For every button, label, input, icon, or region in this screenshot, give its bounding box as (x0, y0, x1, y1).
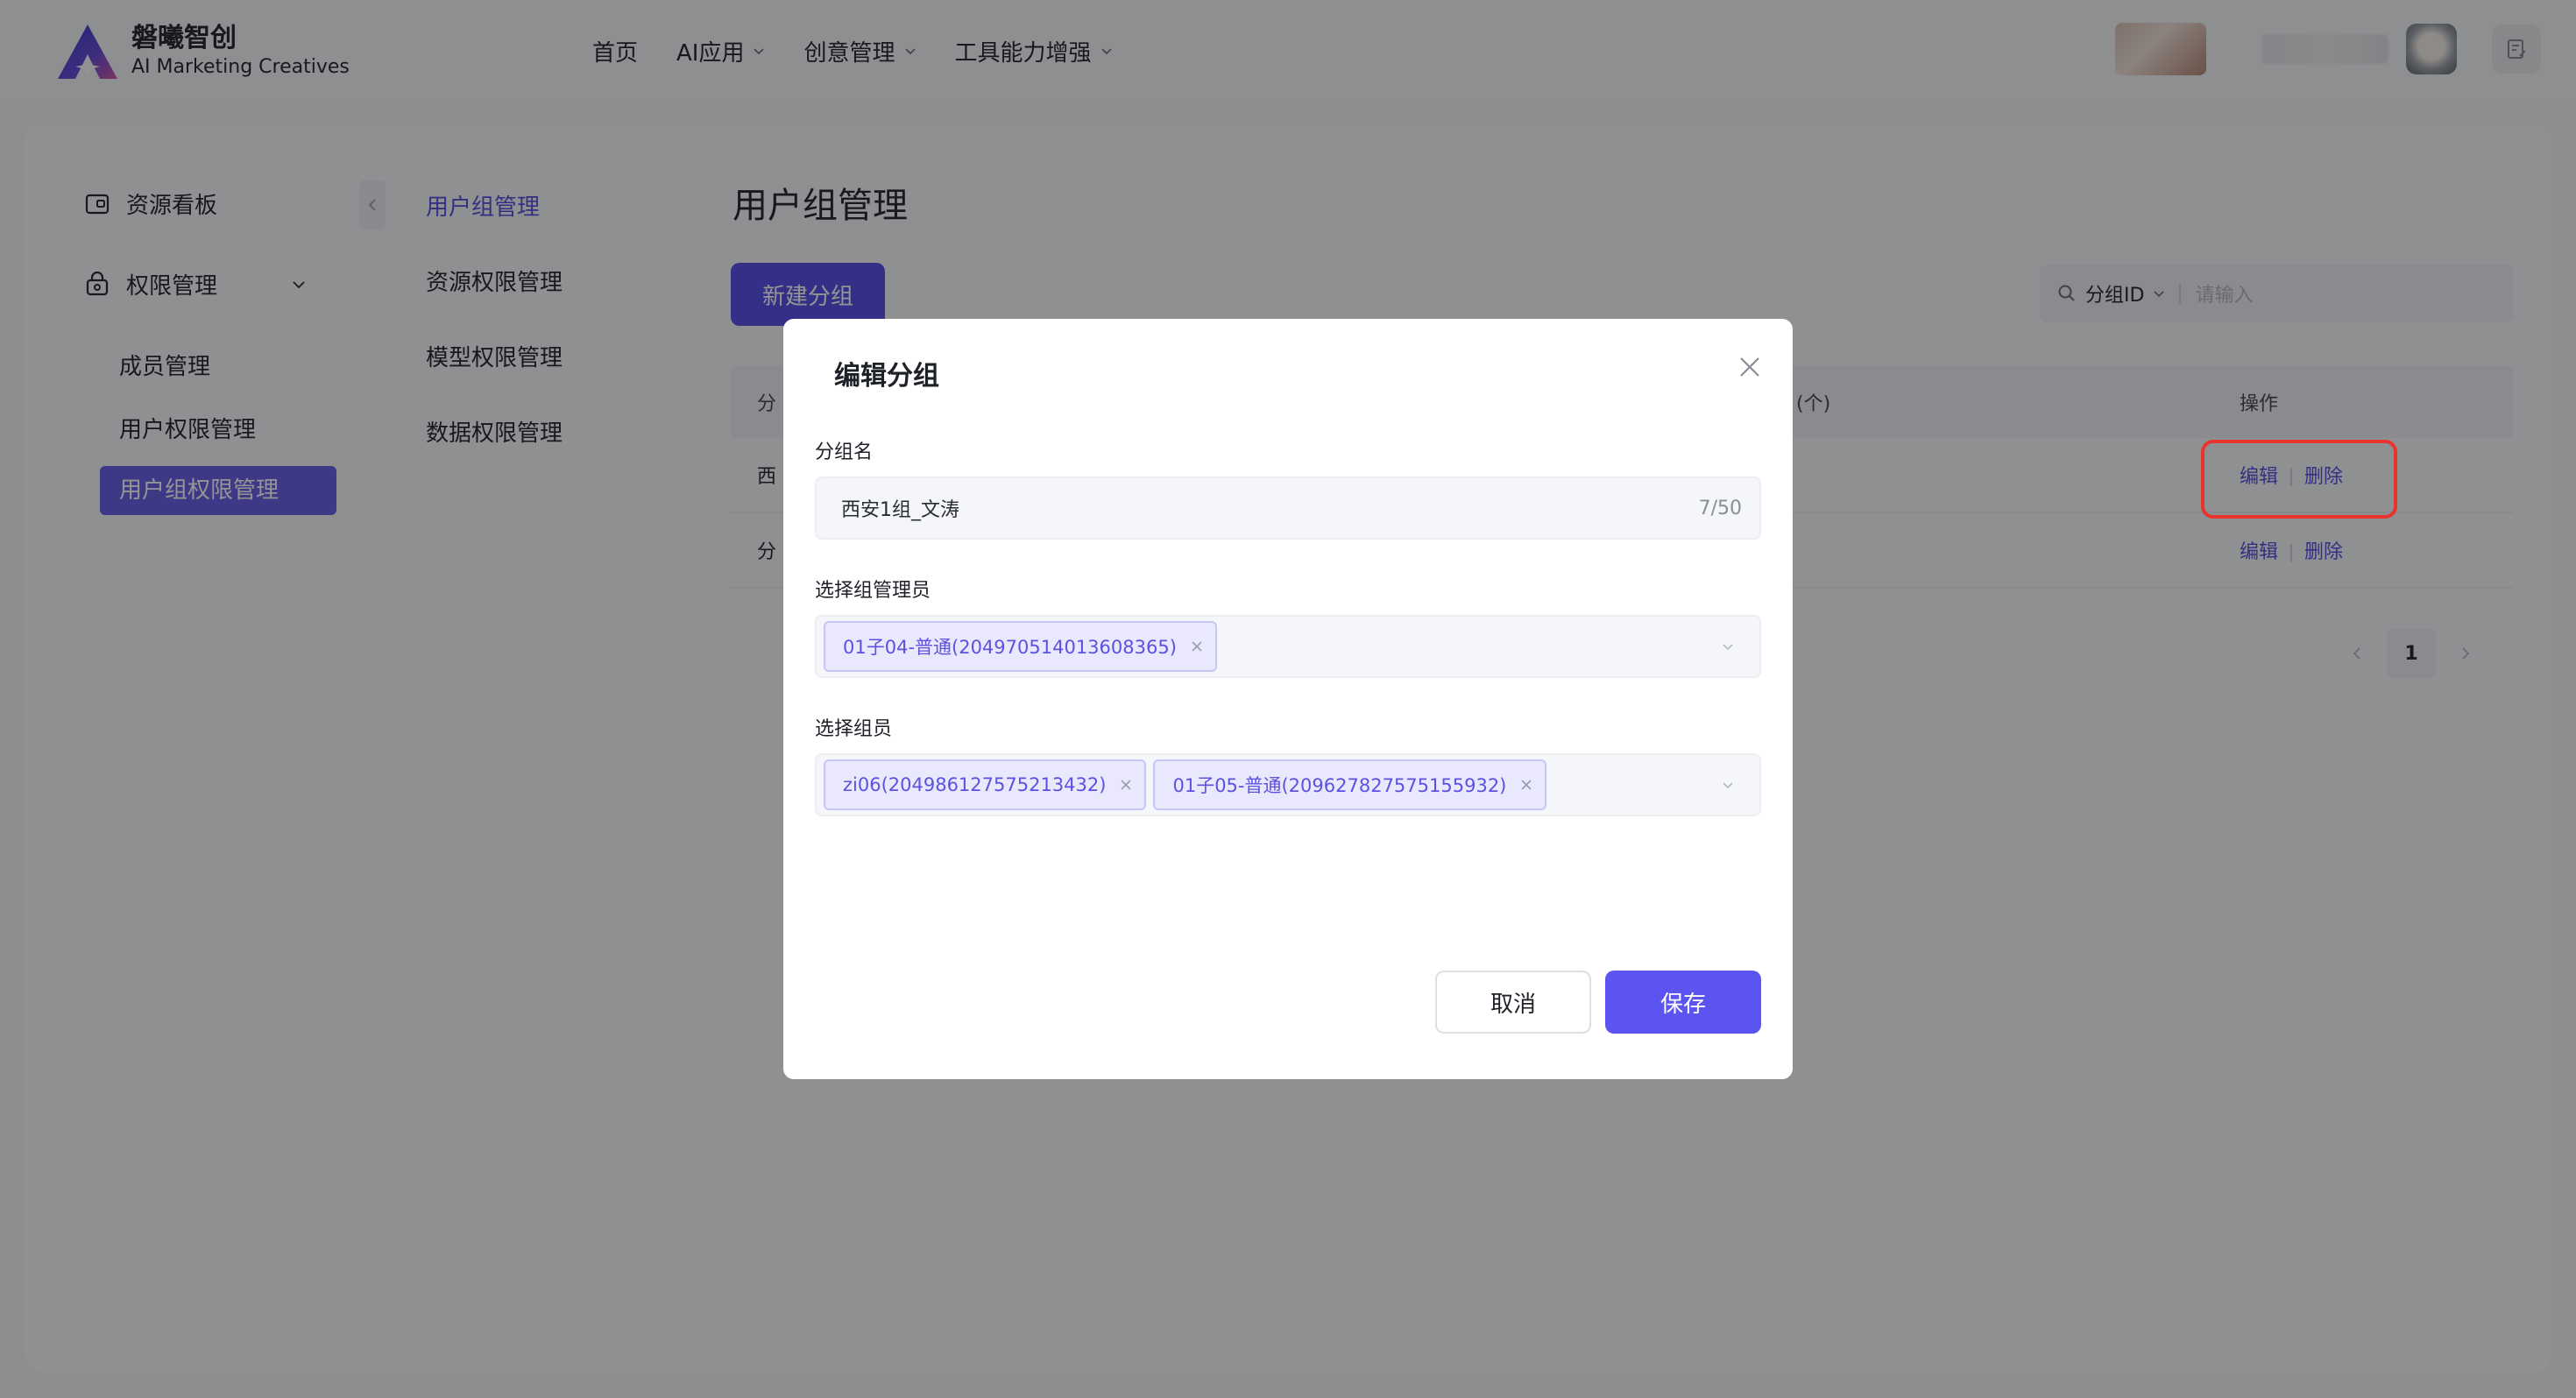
group-name-label: 分组名 (815, 441, 874, 463)
save-button[interactable]: 保存 (1605, 971, 1761, 1034)
tag-remove-icon[interactable] (1191, 640, 1203, 653)
cancel-button[interactable]: 取消 (1435, 971, 1591, 1034)
tag-remove-icon[interactable] (1120, 779, 1132, 791)
chevron-down-icon (1723, 782, 1733, 789)
admin-tag: 01子04-普通(204970514013608365) (824, 621, 1217, 672)
char-counter: 7/50 (1698, 497, 1742, 519)
tag-remove-icon[interactable] (1520, 779, 1532, 791)
close-icon[interactable] (1737, 354, 1763, 380)
edit-group-modal: 编辑分组 分组名 西安1组_文涛 7/50 选择组管理员 01子04-普通(20… (783, 319, 1793, 1079)
highlight-annotation (2201, 440, 2397, 519)
admin-tag-label: 01子04-普通(204970514013608365) (843, 637, 1177, 658)
chevron-down-icon (1723, 644, 1733, 651)
member-tag-label: zi06(204986127575213432) (843, 774, 1107, 795)
member-tag: 01子05-普通(209627827575155932) (1153, 759, 1547, 810)
group-name-input[interactable]: 西安1组_文涛 7/50 (815, 477, 1761, 540)
members-label: 选择组员 (815, 718, 893, 740)
admin-select[interactable]: 01子04-普通(204970514013608365) (815, 615, 1761, 678)
modal-title: 编辑分组 (834, 361, 939, 392)
members-select[interactable]: zi06(204986127575213432) 01子05-普通(209627… (815, 753, 1761, 816)
admin-label: 选择组管理员 (815, 580, 931, 602)
member-tag-label: 01子05-普通(209627827575155932) (1172, 775, 1507, 796)
member-tag: zi06(204986127575213432) (824, 759, 1147, 810)
group-name-value: 西安1组_文涛 (841, 499, 959, 521)
